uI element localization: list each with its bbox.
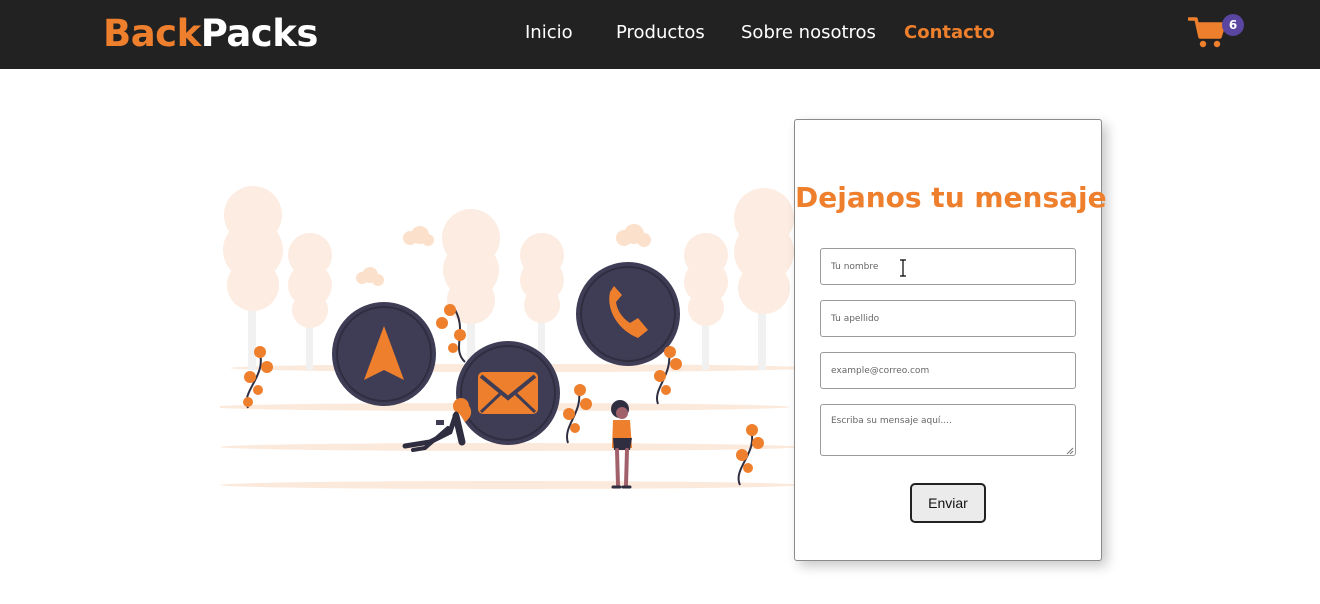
cart-count-badge: 6	[1222, 14, 1244, 36]
send-button[interactable]: Enviar	[910, 483, 986, 523]
standing-person-figure	[611, 400, 632, 489]
resize-grip-icon[interactable]	[1066, 447, 1074, 455]
nav-link-contacto[interactable]: Contacto	[904, 21, 995, 45]
brand-logo-part1: Back	[103, 12, 201, 55]
nav-link-productos[interactable]: Productos	[616, 21, 705, 45]
nav-link-inicio[interactable]: Inicio	[525, 21, 573, 45]
text-cursor-icon	[900, 259, 906, 277]
brand-logo[interactable]: BackPacks	[103, 12, 318, 56]
email-input[interactable]	[820, 352, 1076, 389]
cart-button[interactable]: 6	[1188, 14, 1248, 54]
contact-illustration	[220, 186, 794, 489]
first-name-input[interactable]	[820, 248, 1076, 285]
brand-logo-part2: Packs	[200, 12, 319, 55]
contact-form-card: Dejanos tu mensaje Enviar	[794, 119, 1107, 561]
nav-link-sobre-nosotros[interactable]: Sobre nosotros	[741, 21, 876, 45]
envelope-icon	[456, 341, 560, 445]
navigation-arrow-icon	[332, 302, 436, 406]
last-name-input[interactable]	[820, 300, 1076, 337]
message-textarea[interactable]	[820, 404, 1076, 456]
shopping-cart-icon	[1188, 17, 1226, 48]
navbar: BackPacks Inicio Productos Sobre nosotro…	[0, 0, 1320, 69]
contact-form-title: Dejanos tu mensaje	[795, 181, 1107, 214]
